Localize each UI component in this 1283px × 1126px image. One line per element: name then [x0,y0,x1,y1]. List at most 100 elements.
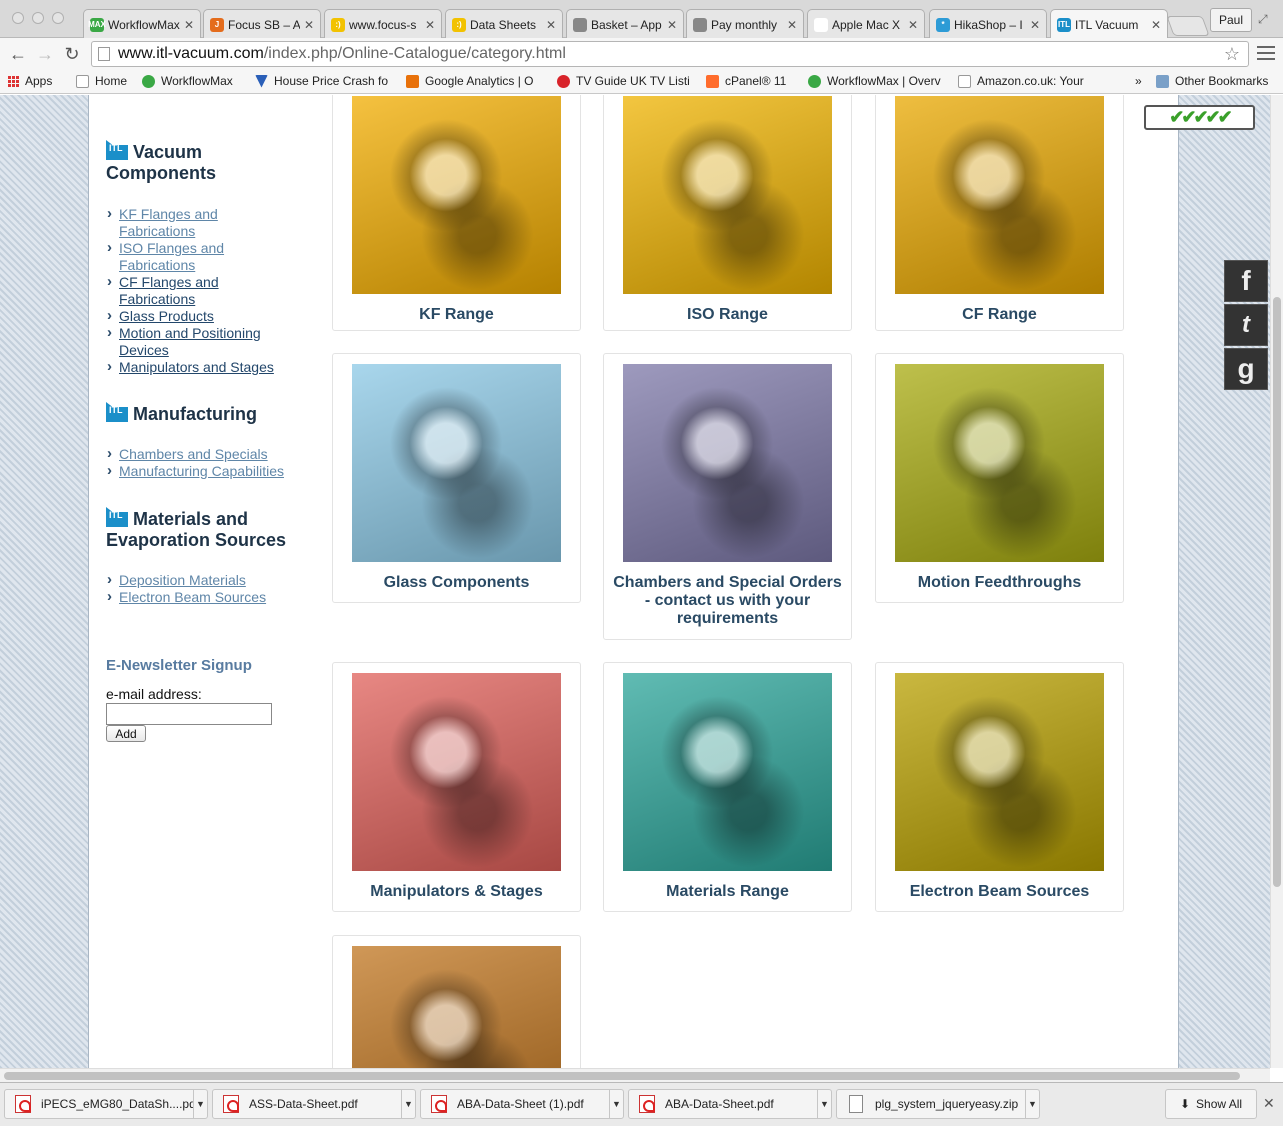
download-menu-caret-icon[interactable]: ▼ [609,1090,623,1118]
close-downloads-icon[interactable]: ✕ [1263,1095,1275,1112]
browser-tab[interactable]: Basket – App ✕ [566,9,684,39]
product-title[interactable]: ISO Range [610,306,845,324]
product-card[interactable] [332,935,581,1068]
zoom-window-button[interactable] [52,12,64,24]
email-input[interactable] [106,703,272,725]
product-card[interactable]: Electron Beam Sources [875,662,1124,912]
forward-button[interactable]: → [33,42,57,66]
download-item[interactable]: ABA-Data-Sheet (1).pdf ▼ [420,1089,624,1119]
product-title[interactable]: Materials Range [610,883,845,901]
tab-close-icon[interactable]: ✕ [667,18,677,32]
minimize-window-button[interactable] [32,12,44,24]
download-item[interactable]: iPECS_eMG80_DataSh....pdf ▼ [4,1089,208,1119]
bookmark-tv-guide[interactable]: TV Guide UK TV Listi [557,74,690,88]
close-window-button[interactable] [12,12,24,24]
back-button[interactable]: ← [6,42,30,66]
add-button[interactable]: Add [106,725,146,742]
product-card[interactable]: Glass Components [332,353,581,603]
download-menu-caret-icon[interactable]: ▼ [193,1090,207,1118]
product-card[interactable]: Motion Feedthroughs [875,353,1124,603]
browser-tab[interactable]: MAX WorkflowMax ✕ [83,9,201,39]
sidebar-link[interactable]: CF Flanges and Fabrications [119,274,219,307]
sidebar-link[interactable]: ISO Flanges and Fabrications [119,240,224,273]
bookmark-google-analytics[interactable]: Google Analytics | O [406,74,540,88]
product-card[interactable]: KF Range [332,95,581,331]
bookmark-workflowmax[interactable]: WorkflowMax [142,74,233,88]
product-image[interactable] [352,96,561,294]
facebook-icon[interactable]: f [1224,260,1268,302]
menu-icon[interactable] [1257,44,1275,62]
product-title[interactable]: CF Range [882,306,1117,324]
sidebar-link[interactable]: Electron Beam Sources [119,589,266,605]
browser-tab[interactable]: J Focus SB – A ✕ [203,9,321,39]
product-title[interactable]: Chambers and Special Orders - contact us… [610,574,845,628]
tab-close-icon[interactable]: ✕ [184,18,194,32]
tab-close-icon[interactable]: ✕ [908,18,918,32]
product-title[interactable]: KF Range [339,306,574,324]
horizontal-scroll-thumb[interactable] [4,1072,1240,1080]
horizontal-scrollbar[interactable] [0,1068,1270,1082]
bookmark-house-price-crash[interactable]: House Price Crash fo [255,74,390,88]
product-title[interactable]: Manipulators & Stages [339,883,574,901]
bookmark-amazon[interactable]: Amazon.co.uk: Your [958,74,1090,88]
browser-tab[interactable]: :) Data Sheets ✕ [445,9,563,39]
product-card[interactable]: ISO Range [603,95,852,331]
bookmark-home[interactable]: Home [76,74,127,88]
product-card[interactable]: Manipulators & Stages [332,662,581,912]
bookmark-workflowmax-overview[interactable]: WorkflowMax | Overv [808,74,943,88]
product-title[interactable]: Glass Components [339,574,574,592]
download-menu-caret-icon[interactable]: ▼ [401,1090,415,1118]
tab-close-icon[interactable]: ✕ [304,18,314,32]
download-item[interactable]: plg_system_jqueryeasy.zip ▼ [836,1089,1040,1119]
product-card[interactable]: Chambers and Special Orders - contact us… [603,353,852,640]
browser-tab[interactable]: Apple Mac X ✕ [807,9,925,39]
tab-close-icon[interactable]: ✕ [1030,18,1040,32]
product-title[interactable]: Electron Beam Sources [882,883,1117,901]
product-title[interactable]: Motion Feedthroughs [882,574,1117,592]
download-menu-caret-icon[interactable]: ▼ [1025,1090,1039,1118]
new-tab-button[interactable] [1166,16,1210,36]
browser-tab[interactable]: ITL ITL Vacuum ✕ [1050,9,1168,39]
product-image[interactable] [623,364,832,562]
product-image[interactable] [352,946,561,1068]
download-item[interactable]: ABA-Data-Sheet.pdf ▼ [628,1089,832,1119]
sidebar-link[interactable]: Deposition Materials [119,572,246,588]
product-card[interactable]: Materials Range [603,662,852,912]
download-menu-caret-icon[interactable]: ▼ [817,1090,831,1118]
product-card[interactable]: CF Range [875,95,1124,331]
reload-button[interactable]: ↻ [60,42,84,66]
product-image[interactable] [895,673,1104,871]
download-item[interactable]: ASS-Data-Sheet.pdf ▼ [212,1089,416,1119]
sidebar-link[interactable]: Motion and Positioning Devices [119,325,261,358]
browser-tab[interactable]: Pay monthly ✕ [686,9,804,39]
bookmark-star-icon[interactable]: ☆ [1224,44,1240,65]
product-image[interactable] [623,673,832,871]
address-bar[interactable]: www.itl-vacuum.com/index.php/Online-Cata… [91,41,1249,67]
google-icon[interactable]: g [1224,348,1268,390]
vertical-scroll-thumb[interactable] [1273,297,1281,887]
tab-close-icon[interactable]: ✕ [546,18,556,32]
sidebar-link[interactable]: Glass Products [119,308,214,324]
profile-button[interactable]: Paul [1210,8,1253,32]
other-bookmarks[interactable]: Other Bookmarks [1156,74,1268,88]
sidebar-link[interactable]: Manipulators and Stages [119,359,274,375]
product-image[interactable] [352,364,561,562]
bookmarks-overflow-button[interactable]: » [1135,74,1142,88]
sidebar-link[interactable]: KF Flanges and Fabrications [119,206,218,239]
product-image[interactable] [623,96,832,294]
tab-close-icon[interactable]: ✕ [787,18,797,32]
show-all-downloads-button[interactable]: ⬇ Show All [1165,1089,1257,1119]
product-image[interactable] [895,364,1104,562]
browser-tab[interactable]: * HikaShop – I ✕ [929,9,1047,39]
vertical-scrollbar[interactable] [1270,95,1283,1068]
sidebar-link[interactable]: Chambers and Specials [119,446,268,462]
product-image[interactable] [895,96,1104,294]
tab-close-icon[interactable]: ✕ [1151,18,1161,32]
bookmark-cpanel[interactable]: cPanel® 11 [706,74,786,88]
bookmark-apps[interactable]: Apps [8,74,52,88]
twitter-icon[interactable]: t [1224,304,1268,346]
tab-close-icon[interactable]: ✕ [425,18,435,32]
browser-tab[interactable]: :) www.focus-s ✕ [324,9,442,39]
sidebar-link[interactable]: Manufacturing Capabilities [119,463,284,479]
product-image[interactable] [352,673,561,871]
